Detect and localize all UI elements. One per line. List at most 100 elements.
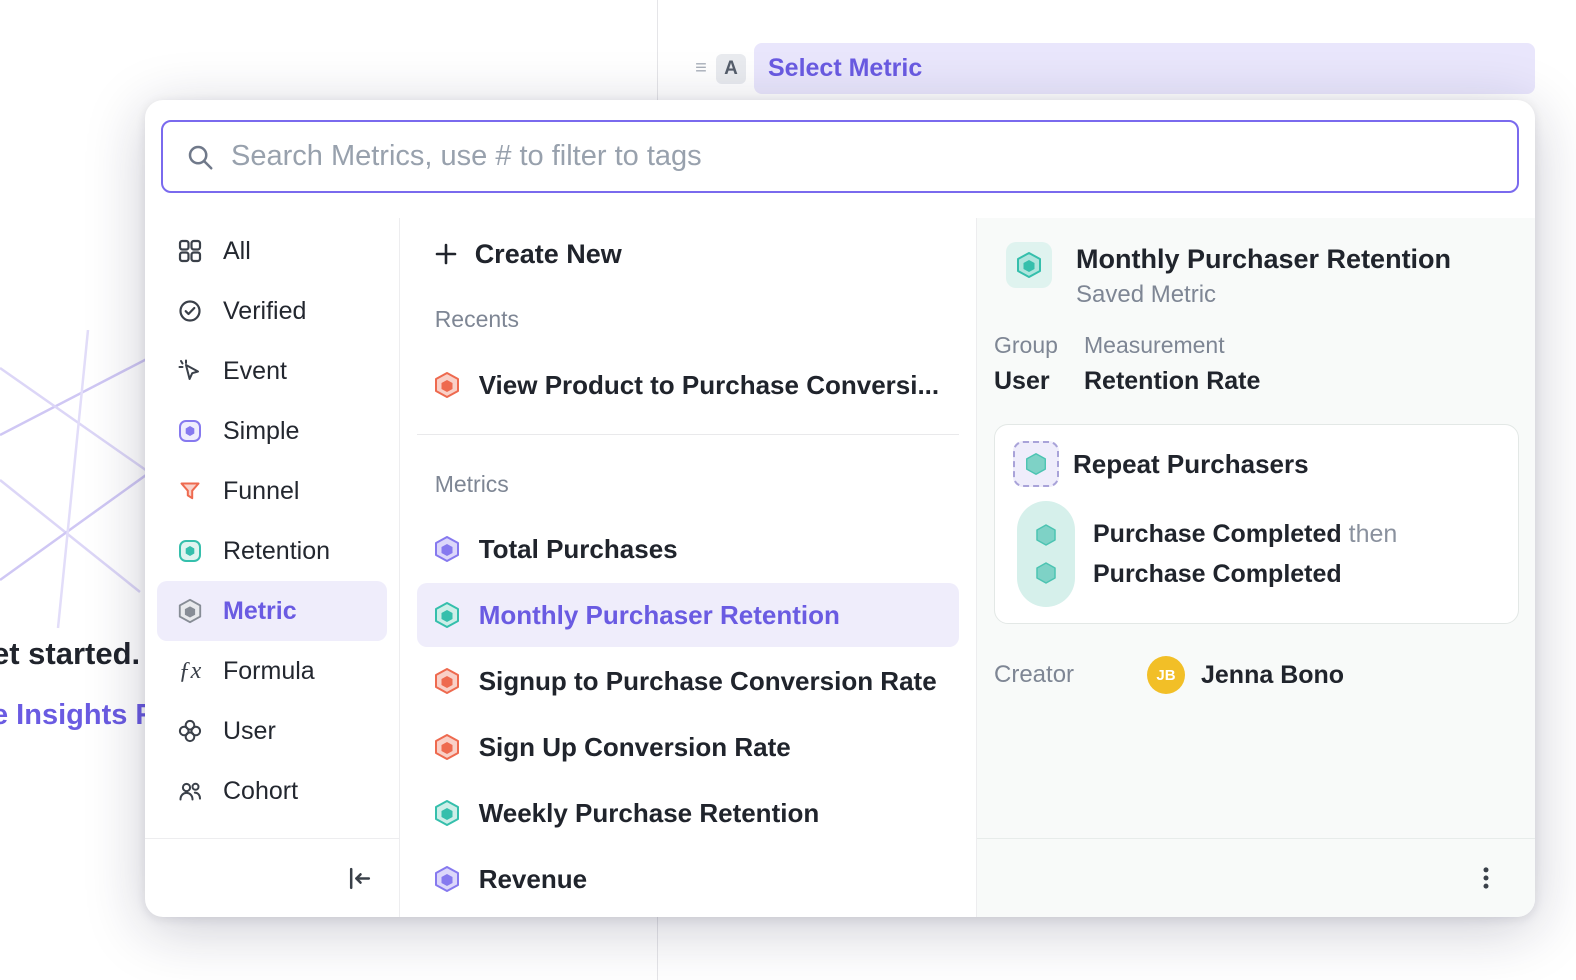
recents-header: Recents [417,304,959,334]
purple-hexagon-icon [433,535,461,563]
metric-item-label: Revenue [479,864,587,895]
card-title: Repeat Purchasers [1073,449,1309,480]
metric-item-total-purchases[interactable]: Total Purchases [417,517,959,581]
orange-hexagon-icon [433,371,461,399]
sidebar-item-label: Cohort [223,777,298,806]
plus-icon [433,241,459,267]
measurement-label: Measurement [1084,332,1519,359]
sidebar-item-all[interactable]: All [157,221,387,281]
collapse-sidebar-button[interactable] [346,865,373,892]
metric-picker-modal: All Verified Event [145,100,1535,917]
sidebar-item-label: Metric [223,597,297,626]
search-input[interactable] [231,140,1495,173]
step-lines: Purchase Completed then Purchase Complet… [1093,501,1397,607]
detail-subtitle: Saved Metric [1076,280,1451,310]
sidebar-item-metric[interactable]: Metric [157,581,387,641]
sidebar-item-label: User [223,717,276,746]
background-text-get-started: et started. [0,636,140,672]
more-options-button[interactable] [1473,865,1499,891]
metrics-header: Metrics [417,469,959,499]
select-metric-button[interactable]: Select Metric [754,43,1535,94]
step-hexagon-icon [1034,561,1058,585]
kebab-menu-icon [1473,865,1499,891]
search-box[interactable] [161,120,1519,193]
card-header: Repeat Purchasers [1013,441,1500,487]
orange-hexagon-icon [433,667,461,695]
create-new-label: Create New [475,239,622,270]
sidebar-item-cohort[interactable]: Cohort [157,761,387,821]
list-divider [417,434,959,435]
metric-hexagon-icon [177,598,203,624]
sidebar-item-user[interactable]: User [157,701,387,761]
purple-hexagon-icon [433,865,461,893]
dashed-hexagon-icon [1013,441,1059,487]
orange-hexagon-icon [433,733,461,761]
metric-item-weekly-purchase-retention[interactable]: Weekly Purchase Retention [417,781,959,845]
select-metric-bar: ≡ A Select Metric [684,38,1535,99]
sidebar-item-label: Simple [223,417,299,446]
metric-item-label: Sign Up Conversion Rate [479,732,791,763]
detail-header: Monthly Purchaser Retention Saved Metric [1006,242,1519,310]
metric-item-label: Signup to Purchase Conversion Rate [479,666,937,697]
metric-item-monthly-purchaser-retention[interactable]: Monthly Purchaser Retention [417,583,959,647]
create-new-button[interactable]: Create New [417,226,959,282]
sidebar-item-label: Event [223,357,287,386]
sidebar-item-simple[interactable]: Simple [157,401,387,461]
series-a-badge: A [716,54,746,84]
creator-name: Jenna Bono [1201,661,1344,690]
step-hexagon-icon [1034,523,1058,547]
cohort-people-icon [177,778,203,804]
measurement-value: Retention Rate [1084,367,1519,396]
step-2: Purchase Completed [1093,554,1397,594]
recent-item-label: View Product to Purchase Conversi... [479,370,939,401]
metric-item-label: Monthly Purchaser Retention [479,600,840,631]
formula-icon: ƒx [177,658,203,684]
user-flower-icon [177,718,203,744]
recent-item[interactable]: View Product to Purchase Conversi... [417,356,959,414]
event-cursor-icon [177,358,203,384]
sidebar-item-formula[interactable]: ƒx Formula [157,641,387,701]
drag-handle-icon[interactable]: ≡ [690,57,712,80]
sidebar-item-event[interactable]: Event [157,341,387,401]
detail-meta: Group Measurement User Retention Rate [994,332,1519,396]
sidebar-item-funnel[interactable]: Funnel [157,461,387,521]
steps-pill [1017,501,1075,607]
category-sidebar: All Verified Event [145,218,400,917]
creator-avatar: JB [1147,656,1185,694]
metric-item-sign-up-conversion-rate[interactable]: Sign Up Conversion Rate [417,715,959,779]
metric-item-revenue[interactable]: Revenue [417,847,959,911]
sidebar-item-label: All [223,237,251,266]
creator-label: Creator [994,661,1147,689]
metric-teal-hexagon-icon [1006,242,1052,288]
card-steps: Purchase Completed then Purchase Complet… [1013,501,1500,607]
metric-list: Create New Recents View Product to Purch… [400,218,977,917]
verified-badge-icon [177,298,203,324]
sidebar-item-label: Funnel [223,477,299,506]
metric-detail-panel: Monthly Purchaser Retention Saved Metric… [977,218,1535,917]
group-value: User [994,367,1084,396]
grid-icon [177,238,203,264]
picker-content: All Verified Event [145,218,1535,917]
metric-item-signup-to-purchase-conversion-rate[interactable]: Signup to Purchase Conversion Rate [417,649,959,713]
sidebar-item-retention[interactable]: Retention [157,521,387,581]
creator-row: Creator JB Jenna Bono [994,656,1519,694]
step-1: Purchase Completed then [1093,514,1397,554]
sidebar-footer [145,838,399,917]
simple-metric-icon [177,418,203,444]
search-icon [185,142,215,172]
collapse-left-icon [346,865,373,892]
sidebar-item-label: Formula [223,657,315,686]
retention-icon [177,538,203,564]
step-1-connector: then [1342,520,1398,548]
metric-item-label: Total Purchases [479,534,678,565]
detail-title: Monthly Purchaser Retention [1076,242,1451,276]
sidebar-item-verified[interactable]: Verified [157,281,387,341]
group-label: Group [994,332,1084,359]
retention-definition-card: Repeat Purchasers Purchase Comp [994,424,1519,624]
teal-hexagon-icon [433,799,461,827]
select-metric-label: Select Metric [768,54,922,83]
screen: et started. e Insights Re ≡ A Select Met… [0,0,1576,980]
sidebar-item-label: Retention [223,537,330,566]
metric-item-label: Weekly Purchase Retention [479,798,820,829]
detail-footer [977,838,1535,917]
